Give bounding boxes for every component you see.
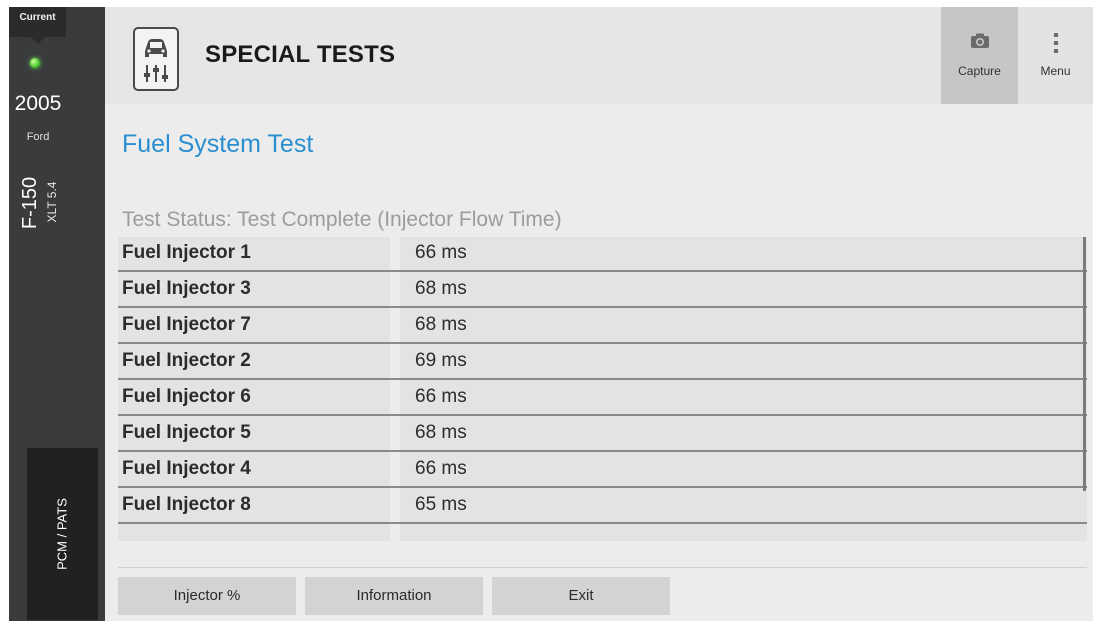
results-table: Fuel Injector 1 66 ms Fuel Injector 3 68 ms… [118, 237, 1087, 541]
injector-name: Fuel Injector 3 [122, 278, 251, 299]
module-button[interactable]: PCM / PATS [27, 448, 98, 620]
injector-flow-time: 68 ms [415, 422, 467, 443]
current-label: Current [9, 7, 66, 44]
injector-name: Fuel Injector 2 [122, 350, 251, 371]
menu-label: Menu [1040, 64, 1071, 78]
injector-flow-time: 68 ms [415, 278, 467, 299]
exit-button[interactable]: Exit [492, 577, 670, 615]
injector-name: Fuel Injector 6 [122, 386, 251, 407]
vehicle-adjust-icon [133, 27, 179, 91]
table-row: Fuel Injector 4 66 ms [118, 453, 1087, 488]
table-row: Fuel Injector 3 68 ms [118, 273, 1087, 308]
table-row: Fuel Injector 6 66 ms [118, 381, 1087, 416]
injector-flow-time: 66 ms [415, 242, 467, 263]
results-scrollbar[interactable] [1083, 237, 1086, 491]
injector-name: Fuel Injector 1 [122, 242, 251, 263]
vehicle-make: Ford [26, 131, 50, 143]
main-panel: SPECIAL TESTS Capture Menu Fuel System T… [105, 7, 1093, 621]
capture-button[interactable]: Capture [941, 7, 1018, 104]
green-led-icon [30, 58, 40, 68]
injector-name: Fuel Injector 7 [122, 314, 251, 335]
app-header: SPECIAL TESTS Capture Menu [105, 7, 1093, 104]
table-row: Fuel Injector 8 65 ms [118, 489, 1087, 524]
vehicle-model: F-150 [19, 176, 41, 230]
camera-icon [970, 33, 990, 54]
more-vertical-icon [1053, 33, 1059, 58]
table-row: Fuel Injector 5 68 ms [118, 417, 1087, 452]
injector-percent-button[interactable]: Injector % [118, 577, 296, 615]
content-area: Fuel System Test Test Status: Test Compl… [105, 104, 1093, 621]
table-row: Fuel Injector 2 69 ms [118, 345, 1087, 380]
capture-label: Capture [958, 64, 1001, 78]
module-label: PCM / PATS [54, 498, 70, 570]
injector-flow-time: 66 ms [415, 458, 467, 479]
injector-name: Fuel Injector 5 [122, 422, 251, 443]
test-status: Test Status: Test Complete (Injector Flo… [122, 208, 562, 231]
vehicle-trim: XLT 5.4 [45, 181, 59, 223]
injector-flow-time: 65 ms [415, 494, 467, 515]
injector-flow-time: 69 ms [415, 350, 467, 371]
injector-name: Fuel Injector 8 [122, 494, 251, 515]
vehicle-sidebar: Current 2005 Ford F-150 XLT 5.4 PCM / PA… [9, 7, 105, 621]
vehicle-year: 2005 [14, 92, 62, 115]
injector-flow-time: 66 ms [415, 386, 467, 407]
information-button[interactable]: Information [305, 577, 483, 615]
page-header-title: SPECIAL TESTS [205, 41, 396, 68]
injector-name: Fuel Injector 4 [122, 458, 251, 479]
menu-button[interactable]: Menu [1018, 7, 1093, 104]
page-title: Fuel System Test [122, 130, 314, 158]
injector-flow-time: 68 ms [415, 314, 467, 335]
table-row: Fuel Injector 7 68 ms [118, 309, 1087, 344]
table-row: Fuel Injector 1 66 ms [118, 237, 1087, 272]
